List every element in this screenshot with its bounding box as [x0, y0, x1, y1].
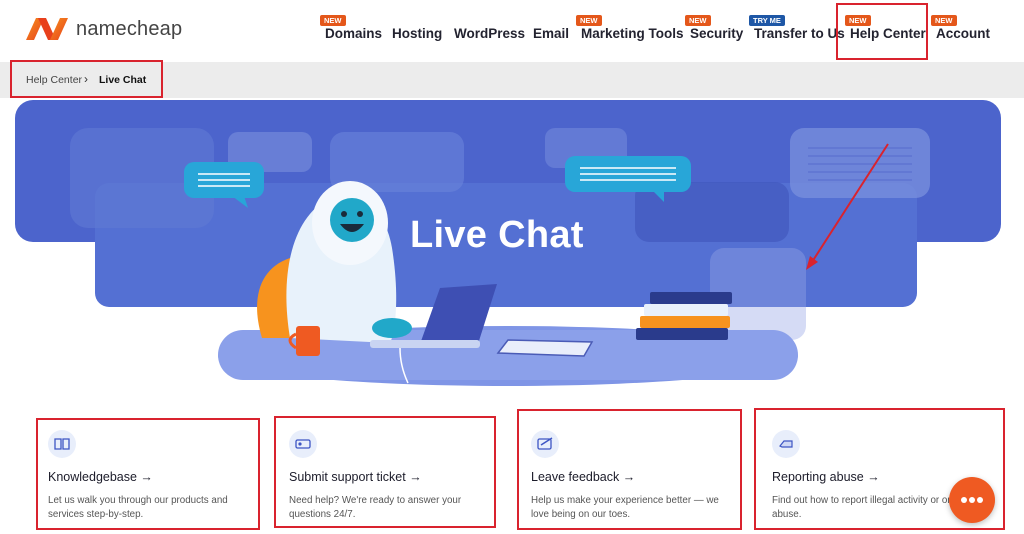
nav-hosting[interactable]: Hosting — [392, 26, 442, 41]
chat-bubble-icon — [961, 497, 983, 503]
card-title[interactable]: Submit support ticket → — [289, 470, 422, 484]
security-new-badge: NEW — [685, 15, 711, 26]
card-title[interactable]: Leave feedback → — [531, 470, 635, 484]
book-icon — [48, 430, 76, 458]
card-title[interactable]: Knowledgebase → — [48, 470, 153, 484]
card-description: Let us walk you through our products and… — [48, 495, 228, 520]
hero-title: Live Chat — [410, 214, 584, 256]
transfer-try-badge: TRY ME — [749, 15, 785, 26]
live-chat-button[interactable] — [949, 477, 995, 523]
account-new-badge: NEW — [931, 15, 957, 26]
brand-name: namecheap — [76, 17, 183, 40]
nav-transfer-to-us[interactable]: Transfer to Us — [754, 26, 845, 41]
namecheap-logo[interactable]: namecheap — [24, 16, 182, 42]
nav-account[interactable]: Account — [936, 26, 990, 41]
card-description: Find out how to report illegal activity … — [772, 495, 969, 520]
marketing-new-badge: NEW — [576, 15, 602, 26]
nav-wordpress[interactable]: WordPress — [454, 26, 525, 41]
feedback-icon — [531, 430, 559, 458]
breadcrumb-live-chat: Live Chat — [99, 74, 147, 86]
nav-security[interactable]: Security — [690, 26, 743, 41]
namecheap-logo-icon — [26, 18, 68, 40]
nav-email[interactable]: Email — [533, 26, 569, 41]
top-navigation: namecheap NEW Domains Hosting WordPress … — [0, 0, 1024, 62]
card-submit-ticket[interactable]: Submit support ticket → Need help? We're… — [277, 412, 501, 530]
ticket-icon — [289, 430, 317, 458]
card-description: Help us make your experience better — we… — [531, 495, 719, 520]
nav-help-center[interactable]: Help Center — [850, 26, 926, 41]
nav-domains[interactable]: Domains — [325, 26, 382, 41]
card-title[interactable]: Reporting abuse → — [772, 470, 880, 484]
breadcrumb-help-center[interactable]: Help Center — [26, 74, 82, 86]
card-description: Need help? We're ready to answer your qu… — [289, 495, 462, 520]
card-leave-feedback[interactable]: Leave feedback → Help us make your exper… — [519, 412, 743, 530]
flag-icon — [772, 430, 800, 458]
breadcrumb — [0, 62, 1024, 98]
nav-marketing-tools[interactable]: Marketing Tools — [581, 26, 684, 41]
card-knowledgebase[interactable]: Knowledgebase → Let us walk you through … — [36, 412, 260, 530]
helpcenter-new-badge: NEW — [845, 15, 871, 26]
breadcrumb-separator: › — [84, 72, 88, 86]
domains-new-badge: NEW — [320, 15, 346, 26]
